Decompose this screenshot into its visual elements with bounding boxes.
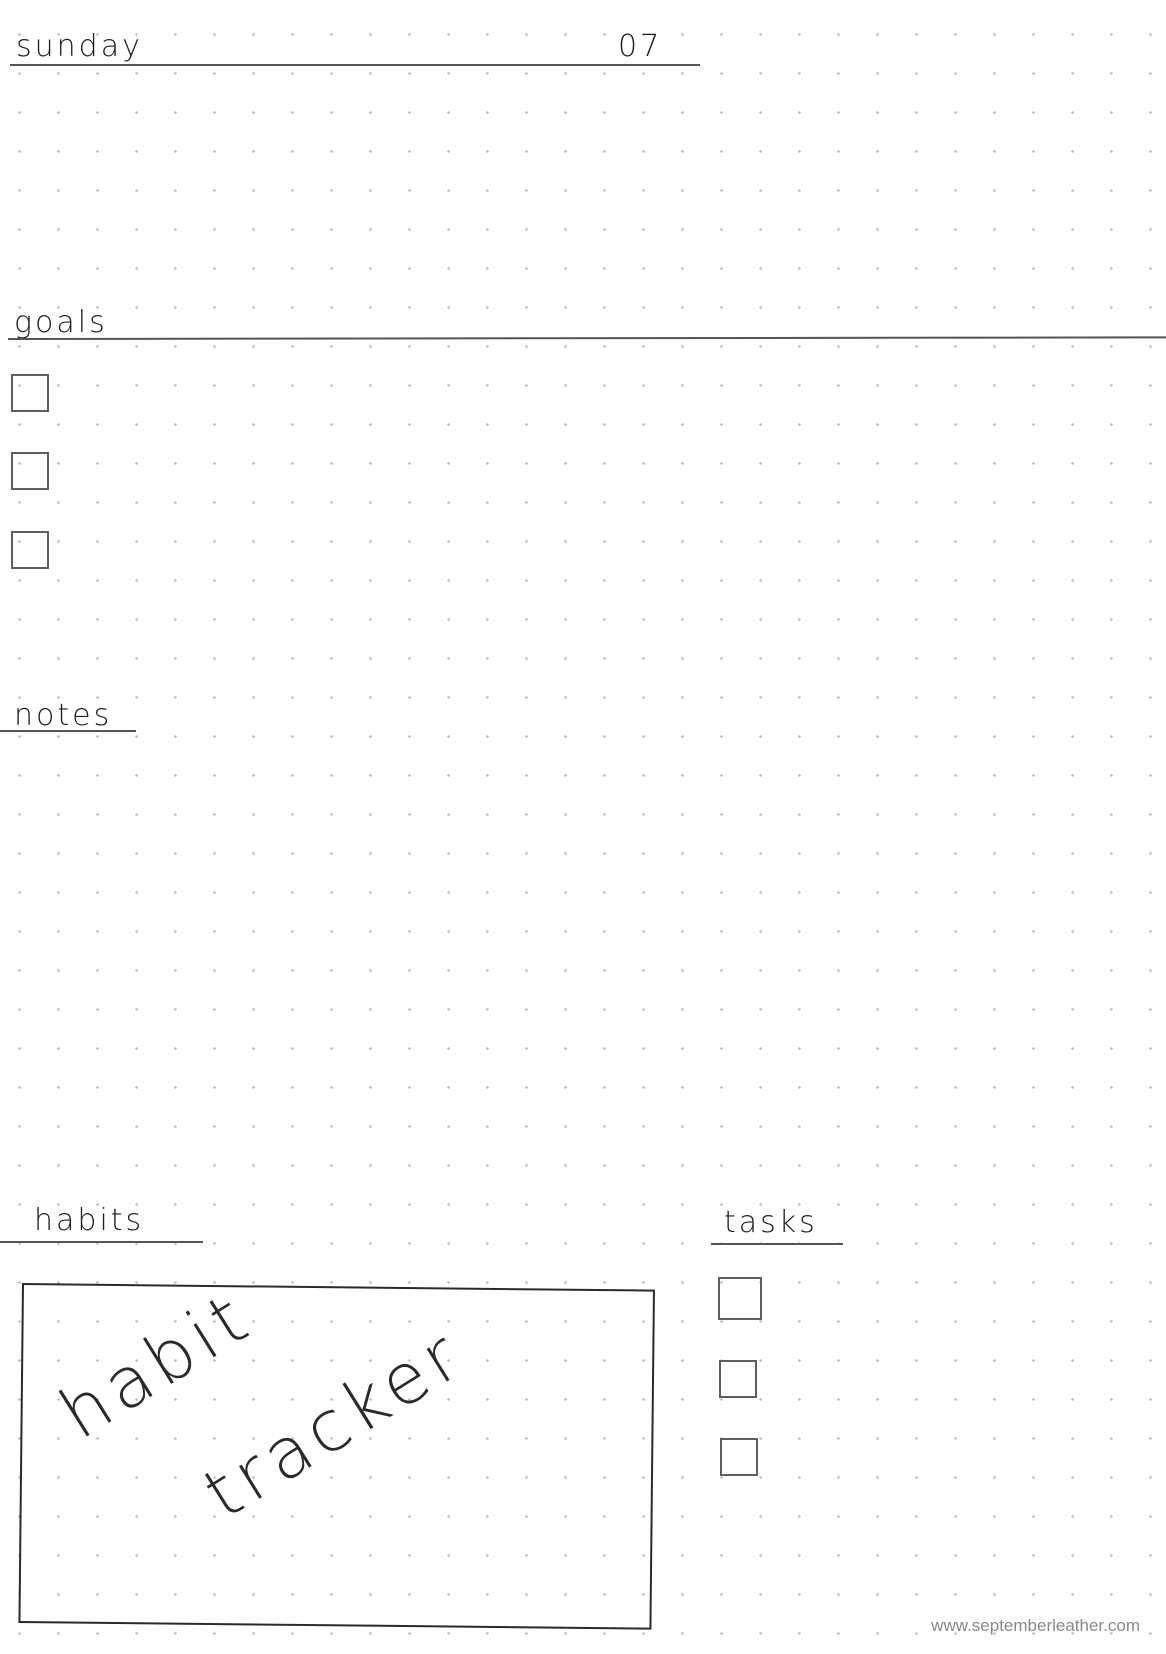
goals-heading: goals <box>14 305 108 340</box>
tasks-rule <box>711 1243 843 1245</box>
header-rule <box>10 64 700 66</box>
tasks-heading: tasks <box>724 1205 818 1240</box>
task-checkbox[interactable] <box>720 1438 758 1476</box>
task-checkbox[interactable] <box>719 1360 757 1398</box>
habits-rule <box>0 1241 203 1243</box>
task-checkbox[interactable] <box>718 1277 762 1320</box>
goal-checkbox[interactable] <box>11 374 49 412</box>
goals-rule <box>7 336 1166 340</box>
date-heading: 07 <box>618 29 663 64</box>
goal-checkbox[interactable] <box>11 452 49 490</box>
notes-heading: notes <box>14 698 113 733</box>
notes-rule <box>0 730 136 732</box>
goal-checkbox[interactable] <box>11 531 49 569</box>
day-heading: sunday <box>16 29 143 64</box>
habits-heading: habits <box>34 1203 145 1238</box>
footer-url: www.septemberleather.com <box>931 1616 1140 1635</box>
